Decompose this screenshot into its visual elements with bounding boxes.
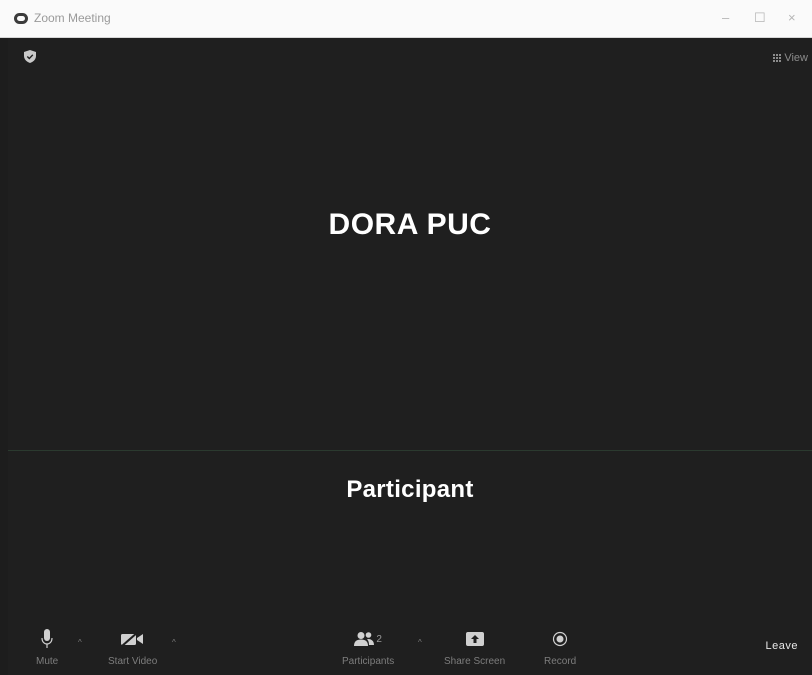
grid-view-icon: [773, 54, 782, 62]
leave-meeting-button[interactable]: Leave: [766, 640, 798, 652]
share-screen-label: Share Screen: [444, 656, 506, 667]
mute-button[interactable]: Mute: [36, 628, 58, 667]
microphone-icon: [41, 628, 53, 650]
video-divider: [8, 450, 812, 451]
record-icon: [552, 628, 568, 650]
audio-options-chevron-icon[interactable]: ^: [78, 638, 82, 647]
view-button[interactable]: View: [773, 52, 808, 64]
participants-count: 2: [376, 633, 382, 645]
share-screen-button[interactable]: Share Screen: [444, 628, 505, 667]
record-label: Record: [544, 656, 577, 667]
video-options-chevron-icon[interactable]: ^: [172, 638, 176, 647]
meeting-toolbar: Mute ^ Start Video ^ 2 Participants ^ Sh…: [8, 628, 812, 675]
participants-button[interactable]: 2 Participants: [342, 628, 394, 667]
meeting-area: View DORA PUC Participant Mute ^ Start V…: [8, 38, 812, 675]
participants-icon: [354, 632, 375, 646]
window-title: Zoom Meeting: [34, 11, 111, 25]
mute-label: Mute: [36, 656, 59, 667]
active-speaker-name: DORA PUC: [328, 208, 492, 241]
participant-name: Participant: [346, 476, 474, 503]
maximize-button[interactable]: ☐: [754, 10, 766, 26]
zoom-window: Zoom Meeting – ☐ × View DORA PUC Partici…: [0, 0, 812, 675]
record-button[interactable]: Record: [544, 628, 576, 667]
minimize-button[interactable]: –: [722, 10, 729, 25]
view-label: View: [784, 52, 808, 64]
participants-options-chevron-icon[interactable]: ^: [418, 638, 422, 647]
participants-label: Participants: [342, 656, 395, 667]
close-button[interactable]: ×: [788, 10, 796, 25]
start-video-label: Start Video: [108, 656, 158, 667]
share-screen-icon: [465, 628, 485, 650]
video-off-icon: [120, 628, 146, 650]
security-shield-icon[interactable]: [24, 50, 36, 63]
zoom-logo-icon: [14, 13, 28, 24]
title-bar: Zoom Meeting – ☐ ×: [0, 0, 812, 38]
start-video-button[interactable]: Start Video: [108, 628, 157, 667]
